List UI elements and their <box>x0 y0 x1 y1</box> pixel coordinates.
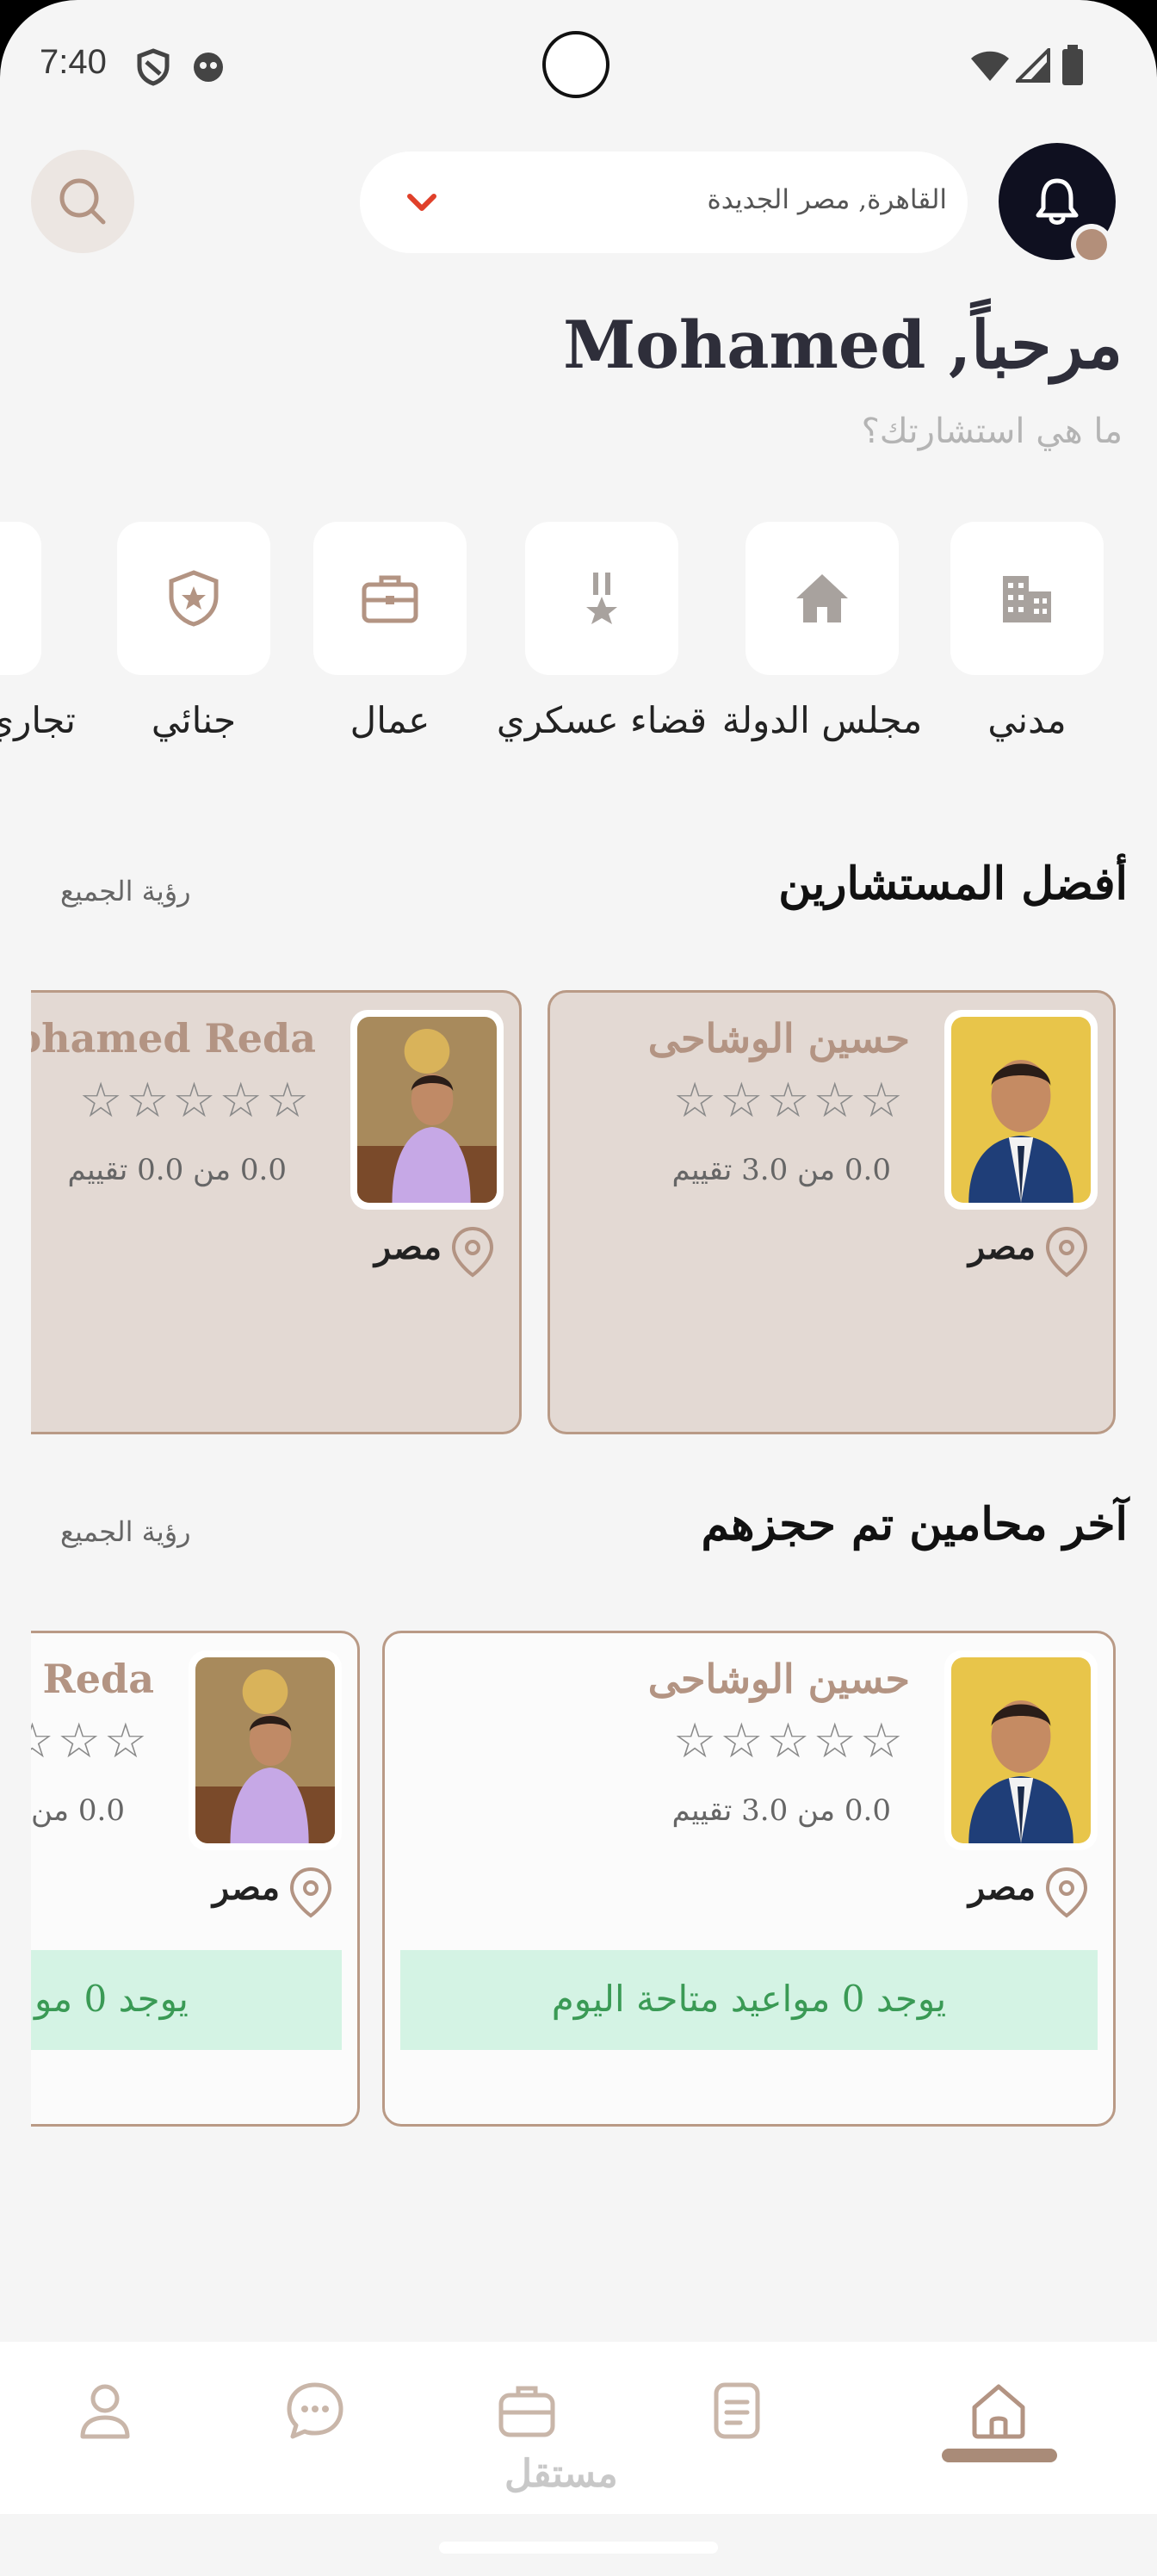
location-pin-icon <box>451 1226 494 1278</box>
category-label: قضاء عسكري <box>496 699 708 741</box>
availability-banner: يوجد 0 مواعيد متاحة اليوم <box>31 1950 342 2050</box>
category-label: جنائي <box>151 699 237 741</box>
lawyer-card[interactable]: Mohamed Reda ☆☆☆☆☆ 0.0 من 0.0 تقييم مصر … <box>31 1631 360 2127</box>
nav-item-services[interactable] <box>492 2376 561 2445</box>
nav-item-documents[interactable] <box>702 2376 771 2445</box>
lawyer-name: Mohamed Reda <box>31 1656 154 1702</box>
availability-banner: يوجد 0 مواعيد متاحة اليوم <box>400 1950 1098 2050</box>
greeting: مرحباً, Mohamed <box>563 307 1123 383</box>
shield-status-icon <box>137 48 170 86</box>
rating-text: 0.0 من 3.0 تقييم <box>671 1153 892 1187</box>
lawyer-portrait <box>195 1657 335 1843</box>
location-text: القاهرة, مصر الجديدة <box>707 184 947 215</box>
lawyer-photo <box>189 1650 342 1850</box>
search-icon <box>59 178 106 225</box>
category-box <box>0 522 41 675</box>
nav-item-profile[interactable] <box>71 2376 139 2445</box>
lawyer-country: مصر <box>374 1227 442 1267</box>
lawyer-card[interactable]: حسين الوشاحى ☆☆☆☆☆ 0.0 من 3.0 تقييم مصر <box>548 990 1116 1434</box>
bell-icon <box>1036 178 1079 225</box>
briefcase-icon <box>498 2386 555 2437</box>
category-label-clip: تجاري <box>0 699 76 759</box>
wifi-icon <box>971 51 1009 81</box>
briefcase-icon <box>362 575 418 623</box>
location-pin-icon <box>1045 1226 1088 1278</box>
signal-icon <box>1016 48 1050 83</box>
lawyer-country: مصر <box>968 1867 1036 1908</box>
location-pin-icon <box>289 1867 332 1918</box>
best-consultants-carousel[interactable]: حسين الوشاحى ☆☆☆☆☆ 0.0 من 3.0 تقييم مصر … <box>31 988 1157 1438</box>
nav-item-home[interactable] <box>964 2376 1033 2445</box>
lawyer-name: حسين الوشاحى <box>647 1656 910 1702</box>
recent-lawyers-carousel[interactable]: حسين الوشاحى ☆☆☆☆☆ 0.0 من 3.0 تقييم مصر … <box>31 1629 1157 2128</box>
category-military[interactable] <box>525 522 678 675</box>
lawyer-name: حسين الوشاحى <box>647 1015 910 1062</box>
lawyer-portrait <box>951 1017 1091 1203</box>
chevron-down-icon <box>407 194 436 211</box>
see-all-best-link[interactable]: رؤية الجميع <box>60 875 191 907</box>
subtitle: ما هي استشارتك؟ <box>861 412 1123 451</box>
shield-star-icon <box>169 570 219 627</box>
rating-text: 0.0 من 3.0 تقييم <box>671 1793 892 1828</box>
location-selector[interactable]: القاهرة, مصر الجديدة <box>360 152 968 253</box>
battery-icon <box>1062 45 1083 85</box>
category-state-council[interactable] <box>746 522 899 675</box>
category-label: تجاري <box>0 699 76 741</box>
home-icon <box>972 2384 1025 2439</box>
rating-text: 0.0 من 0.0 تقييم <box>31 1793 125 1828</box>
lawyer-country: مصر <box>968 1227 1036 1267</box>
house-icon <box>796 574 848 622</box>
category-commercial[interactable] <box>0 522 41 675</box>
category-label: مجلس الدولة <box>721 699 923 741</box>
status-time: 7:40 <box>40 43 107 81</box>
front-camera <box>542 31 609 98</box>
star-rating: ☆☆☆☆☆ <box>672 1713 906 1769</box>
app-screen: 7:40 القاهرة, مصر الجديدة مرحباً, Mohame <box>0 0 1157 2576</box>
document-icon <box>714 2382 760 2439</box>
lawyer-photo <box>944 1650 1098 1850</box>
active-tab-indicator <box>942 2449 1057 2462</box>
lawyer-photo <box>350 1010 504 1210</box>
chat-icon <box>287 2382 343 2439</box>
search-button[interactable] <box>31 150 134 253</box>
lawyer-portrait <box>951 1657 1091 1843</box>
availability-text: يوجد 0 مواعيد متاحة اليوم <box>551 1978 947 2020</box>
lawyer-name: Mohamed Reda <box>31 1015 316 1062</box>
star-rating: ☆☆☆☆☆ <box>672 1073 906 1129</box>
availability-text: يوجد 0 مواعيد متاحة اليوم <box>31 1978 189 2020</box>
best-consultants-title: أفضل المستشارين <box>778 858 1128 910</box>
notification-dot <box>1071 224 1112 265</box>
category-civil[interactable] <box>950 522 1104 675</box>
rating-text: 0.0 من 0.0 تقييم <box>67 1153 288 1187</box>
star-rating: ☆☆☆☆☆ <box>31 1713 151 1769</box>
category-label: مدني <box>987 699 1067 741</box>
lawyer-card[interactable]: حسين الوشاحى ☆☆☆☆☆ 0.0 من 3.0 تقييم مصر … <box>382 1631 1116 2127</box>
lawyer-country: مصر <box>212 1867 280 1908</box>
category-label: عمال <box>350 699 430 741</box>
watermark: مستقل <box>504 2453 618 2495</box>
recent-lawyers-title: آخر محامين تم حجزهم <box>701 1498 1129 1551</box>
lawyer-photo <box>944 1010 1098 1210</box>
category-criminal[interactable] <box>117 522 270 675</box>
gesture-bar[interactable] <box>439 2542 718 2554</box>
location-pin-icon <box>1045 1867 1088 1918</box>
nav-item-chat[interactable] <box>281 2376 350 2445</box>
lawyer-portrait <box>357 1017 497 1203</box>
see-all-recent-link[interactable]: رؤية الجميع <box>60 1515 191 1548</box>
medal-icon <box>586 573 617 624</box>
building-icon <box>1003 576 1051 622</box>
star-rating: ☆☆☆☆☆ <box>78 1073 312 1129</box>
app-status-icon <box>194 53 223 82</box>
category-labor[interactable] <box>313 522 467 675</box>
user-icon <box>80 2384 130 2439</box>
lawyer-card[interactable]: Mohamed Reda ☆☆☆☆☆ 0.0 من 0.0 تقييم مصر <box>31 990 522 1434</box>
